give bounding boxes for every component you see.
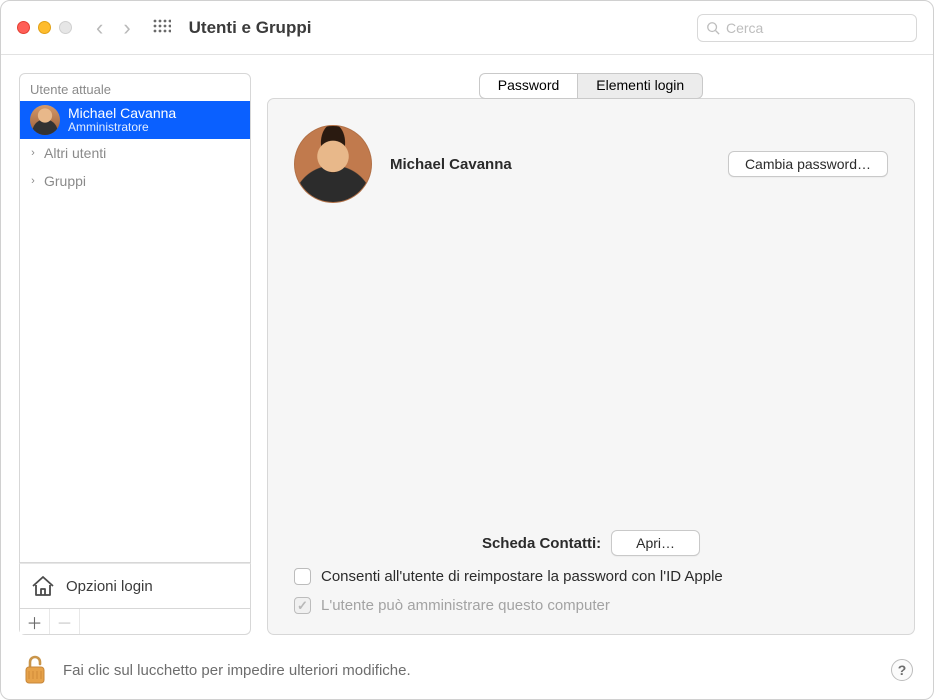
tabs: Password Elementi login [267,73,915,99]
change-password-button[interactable]: Cambia password… [728,151,888,177]
user-name: Michael Cavanna [68,105,176,121]
admin-row: L'utente può amministrare questo compute… [294,597,888,614]
full-name: Michael Cavanna [390,156,710,173]
tab-login-items[interactable]: Elementi login [577,73,703,99]
user-avatar-large[interactable] [294,125,372,203]
zoom-window-button [59,21,72,34]
lock-icon[interactable] [21,653,49,687]
remove-user-button: － [50,609,80,634]
window-controls [17,21,72,34]
other-users-row[interactable]: › Altri utenti [20,139,250,167]
open-contacts-button[interactable]: Apri… [611,530,700,556]
reset-appleid-label: Consenti all'utente di reimpostare la pa… [321,568,723,585]
house-icon [30,574,56,598]
panel-header-row: Michael Cavanna Cambia password… [294,125,888,203]
current-user-section-label: Utente attuale [20,74,250,101]
search-field[interactable]: Cerca [697,14,917,42]
content-body: Utente attuale Michael Cavanna Amministr… [1,55,933,641]
lock-text: Fai clic sul lucchetto per impedire ulte… [63,662,877,679]
sidebar: Utente attuale Michael Cavanna Amministr… [19,73,251,635]
current-user-row[interactable]: Michael Cavanna Amministratore [20,101,250,139]
admin-checkbox [294,597,311,614]
window-title: Utenti e Gruppi [189,18,689,38]
login-options-label: Opzioni login [66,578,153,595]
user-text: Michael Cavanna Amministratore [68,105,176,135]
user-avatar-small [30,105,60,135]
contacts-row: Scheda Contatti: Apri… [294,530,888,556]
nav-arrows: ‹ › [96,15,131,41]
add-remove-bar: ＋ － [19,609,251,635]
reset-appleid-checkbox[interactable] [294,568,311,585]
forward-button: › [123,15,130,41]
chevron-right-icon: › [28,175,38,187]
admin-label: L'utente può amministrare questo compute… [321,597,610,614]
password-panel: Michael Cavanna Cambia password… Scheda … [267,98,915,635]
contacts-label: Scheda Contatti: [482,535,601,552]
minimize-window-button[interactable] [38,21,51,34]
search-placeholder: Cerca [726,20,763,36]
user-role: Amministratore [68,121,176,135]
tab-password[interactable]: Password [479,73,577,99]
main-panel: Password Elementi login Michael Cavanna … [267,73,915,635]
titlebar: ‹ › Utenti e Gruppi Cerca [1,1,933,55]
user-list: Utente attuale Michael Cavanna Amministr… [19,73,251,563]
login-options-row[interactable]: Opzioni login [19,563,251,609]
other-users-label: Altri utenti [44,145,106,161]
help-button[interactable]: ? [891,659,913,681]
groups-row[interactable]: › Gruppi [20,167,250,195]
footer: Fai clic sul lucchetto per impedire ulte… [1,641,933,699]
show-all-icon[interactable] [153,19,171,37]
search-icon [706,21,720,35]
groups-label: Gruppi [44,173,86,189]
chevron-right-icon: › [28,147,38,159]
bottom-controls: Scheda Contatti: Apri… Consenti all'uten… [294,530,888,614]
preferences-window: ‹ › Utenti e Gruppi Cerca Utente attuale [0,0,934,700]
reset-appleid-row[interactable]: Consenti all'utente di reimpostare la pa… [294,568,888,585]
back-button[interactable]: ‹ [96,15,103,41]
close-window-button[interactable] [17,21,30,34]
add-user-button[interactable]: ＋ [20,609,50,634]
